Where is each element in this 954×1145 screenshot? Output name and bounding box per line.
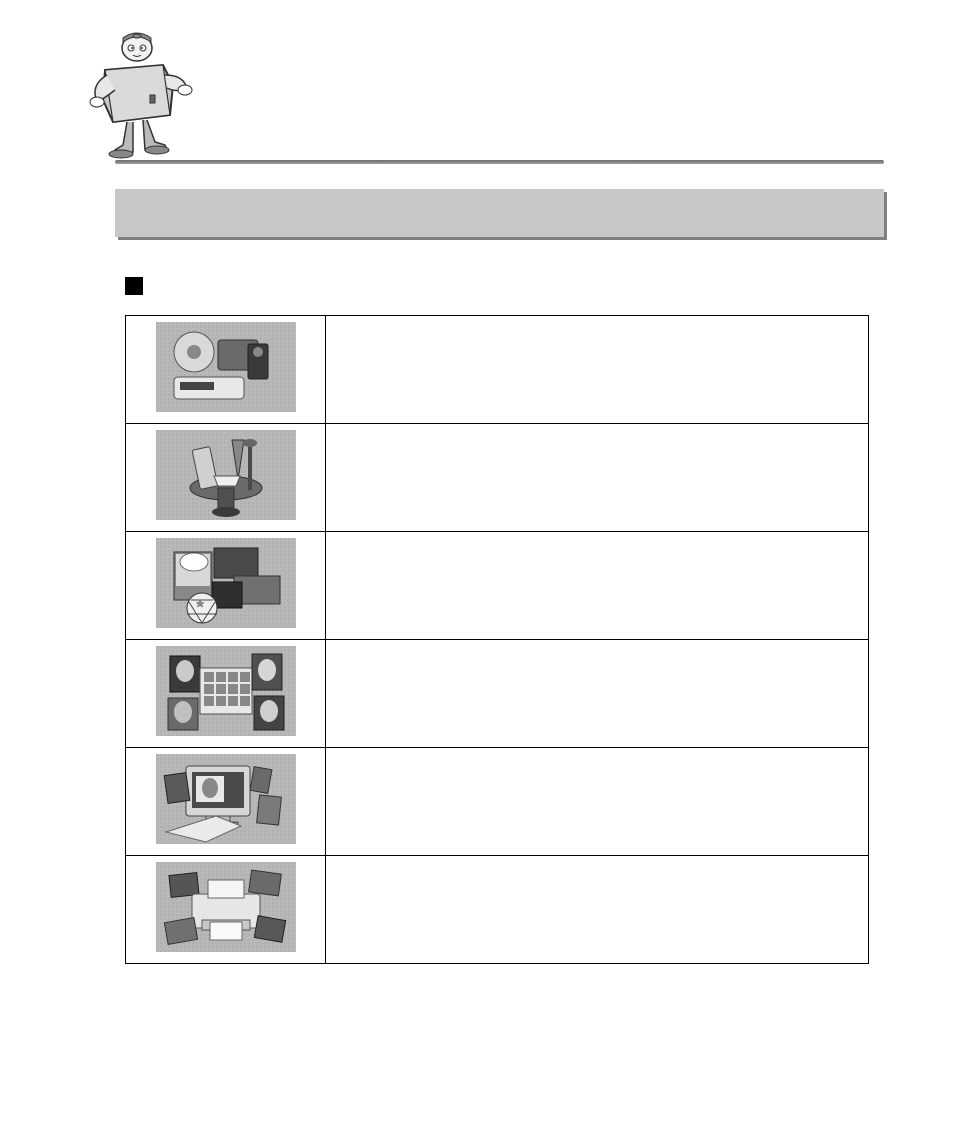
table-row [126, 424, 869, 532]
monitor-icon [156, 754, 296, 844]
feature-desc [326, 856, 869, 964]
feature-desc [326, 424, 869, 532]
table-row [126, 316, 869, 424]
album-icon [156, 646, 296, 736]
table-row [126, 640, 869, 748]
table-row [126, 748, 869, 856]
feature-desc [326, 316, 869, 424]
mascot-illustration [85, 30, 195, 160]
feature-desc [326, 640, 869, 748]
tools-icon [156, 430, 296, 520]
table-row [126, 532, 869, 640]
devices-icon [156, 322, 296, 412]
table-row [126, 856, 869, 964]
bullet-icon [125, 277, 143, 295]
header-divider [115, 160, 884, 164]
section-title-bar [115, 189, 884, 237]
feature-table [125, 315, 869, 964]
printer-icon [156, 862, 296, 952]
feature-desc [326, 532, 869, 640]
clipart-icon [156, 538, 296, 628]
feature-desc [326, 748, 869, 856]
